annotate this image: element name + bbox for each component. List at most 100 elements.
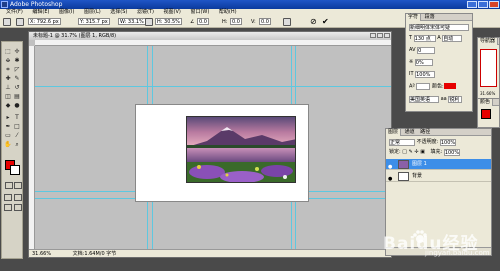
blur-tool-icon[interactable]: ◆: [4, 102, 12, 109]
background-color-swatch[interactable]: [10, 165, 20, 175]
document-info[interactable]: 文档:1.64M/0 字节: [73, 251, 117, 257]
screen-mode-1-icon[interactable]: [4, 194, 12, 201]
y-field[interactable]: Y: 315.7 px: [78, 18, 110, 25]
menu-filter[interactable]: 滤镜(T): [137, 9, 154, 16]
tab-navigator[interactable]: 导航器: [478, 38, 499, 45]
landscape-photo[interactable]: [186, 116, 296, 183]
lock-transparency-icon[interactable]: □: [402, 149, 407, 155]
clone-stamp-icon[interactable]: ⊥: [4, 84, 12, 91]
zoom-level[interactable]: 31.66%: [32, 251, 51, 257]
hand-tool-icon[interactable]: ✋: [4, 141, 12, 148]
lasso-tool-icon[interactable]: ꝋ: [4, 57, 12, 64]
color-panel-swatch[interactable]: [481, 109, 491, 119]
reference-point-icon[interactable]: [16, 18, 24, 26]
opacity-field[interactable]: 100%: [439, 139, 456, 146]
document-canvas[interactable]: [135, 104, 309, 202]
tracking-icon: ※: [409, 59, 414, 65]
dodge-tool-icon[interactable]: ●: [13, 102, 21, 109]
aa-mode-select[interactable]: 锐利: [448, 96, 463, 103]
eye-icon[interactable]: ●: [388, 174, 393, 182]
width-field[interactable]: W: 33.1%: [118, 18, 146, 25]
font-family-select[interactable]: 新细明体宋体可疑: [409, 24, 469, 31]
path-select-icon[interactable]: ▸: [4, 114, 12, 121]
maximize-button[interactable]: [478, 1, 488, 8]
cancel-transform-icon[interactable]: ⊘: [310, 16, 317, 28]
menu-select[interactable]: 选择(S): [110, 9, 127, 16]
eraser-tool-icon[interactable]: ◫: [4, 93, 12, 100]
warp-icon[interactable]: [283, 18, 291, 26]
screen-mode-3-icon[interactable]: [4, 204, 12, 211]
v-skew-field[interactable]: 0.0: [259, 18, 271, 25]
history-brush-icon[interactable]: ↺: [13, 84, 21, 91]
tab-character[interactable]: 字符: [406, 14, 422, 21]
tab-layers[interactable]: 图层: [386, 129, 402, 136]
fill-field[interactable]: 100%: [443, 149, 460, 156]
commit-transform-icon[interactable]: ✔: [322, 16, 329, 28]
kerning-field[interactable]: 0: [417, 47, 436, 54]
lock-all-icon[interactable]: ▣: [420, 149, 425, 155]
doc-close-button[interactable]: [384, 33, 390, 38]
canvas-area[interactable]: [35, 46, 391, 249]
layer-row[interactable]: ● 背景: [386, 171, 491, 182]
layer-name[interactable]: 图层 1: [412, 159, 427, 170]
height-field[interactable]: H: 30.5%: [155, 18, 182, 25]
rotate-icon: ∠: [190, 19, 195, 25]
magic-wand-icon[interactable]: ✱: [13, 57, 21, 64]
tab-paragraph[interactable]: 段落: [423, 14, 437, 21]
tab-color[interactable]: 颜色: [478, 99, 494, 106]
lock-image-icon[interactable]: ✎: [409, 149, 413, 155]
marquee-tool-icon[interactable]: ⬚: [4, 48, 12, 55]
zoom-tool-icon[interactable]: ⌕: [13, 141, 21, 148]
quick-mask-icon[interactable]: [14, 182, 22, 189]
eyedropper-icon[interactable]: ⁄: [13, 132, 21, 139]
minimize-button[interactable]: [467, 1, 477, 8]
text-color-swatch[interactable]: [443, 83, 456, 89]
jump-to-imageready-icon[interactable]: [14, 204, 22, 211]
gradient-tool-icon[interactable]: ▤: [13, 93, 21, 100]
brush-tool-icon[interactable]: ✎: [13, 75, 21, 82]
slice-tool-icon[interactable]: ◸: [13, 66, 21, 73]
shape-tool-icon[interactable]: □: [13, 123, 21, 130]
layer-row[interactable]: ● 图层 1: [386, 159, 491, 170]
baseline-shift-field[interactable]: [416, 83, 431, 90]
tracking-field[interactable]: 0%: [414, 59, 433, 66]
font-size-field[interactable]: 130 点: [413, 35, 436, 42]
tab-paths[interactable]: 路径: [418, 129, 432, 136]
photoshop-logo-icon: [1, 1, 8, 8]
link-icon[interactable]: [145, 18, 153, 26]
blend-mode-select[interactable]: 正常: [389, 139, 415, 146]
notes-tool-icon[interactable]: ▭: [4, 132, 12, 139]
language-select[interactable]: 美国英语: [409, 96, 439, 103]
menu-edit[interactable]: 编辑(E): [32, 9, 49, 16]
navigator-zoom[interactable]: 31.66%: [478, 91, 499, 96]
menu-image[interactable]: 图像(I): [59, 9, 74, 16]
healing-brush-icon[interactable]: ✚: [4, 75, 12, 82]
close-button[interactable]: [489, 1, 499, 8]
vertical-scale-field[interactable]: 100%: [415, 71, 436, 78]
layer-name[interactable]: 背景: [412, 171, 422, 182]
angle-field[interactable]: 0.0: [197, 18, 209, 25]
guide-horizontal[interactable]: [35, 86, 391, 87]
type-tool-icon[interactable]: T: [13, 114, 21, 121]
menu-window[interactable]: 窗口(W): [190, 9, 209, 16]
standard-mode-icon[interactable]: [5, 182, 13, 189]
doc-maximize-button[interactable]: [377, 33, 383, 38]
menu-view[interactable]: 视图(V): [164, 9, 181, 16]
navigator-preview[interactable]: [480, 49, 497, 87]
leading-field[interactable]: 自动: [442, 35, 463, 42]
doc-minimize-button[interactable]: [370, 33, 376, 38]
lock-position-icon[interactable]: ✢: [414, 149, 418, 155]
menu-file[interactable]: 文件(F): [6, 9, 23, 16]
move-tool-icon[interactable]: ✢: [13, 48, 21, 55]
tab-channels[interactable]: 通道: [403, 129, 417, 136]
baseline-shift-icon: Aª: [409, 83, 415, 90]
crop-tool-icon[interactable]: ⌗: [4, 66, 12, 73]
eye-icon[interactable]: ●: [388, 162, 393, 170]
x-field[interactable]: X: 792.6 px: [28, 18, 61, 25]
menu-help[interactable]: 帮助(H): [219, 9, 237, 16]
screen-mode-2-icon[interactable]: [14, 194, 22, 201]
move-tool-preset-icon[interactable]: [3, 18, 11, 26]
menu-layer[interactable]: 图层(L): [84, 9, 101, 16]
pen-tool-icon[interactable]: ✒: [4, 123, 12, 130]
h-skew-field[interactable]: 0.0: [230, 18, 242, 25]
